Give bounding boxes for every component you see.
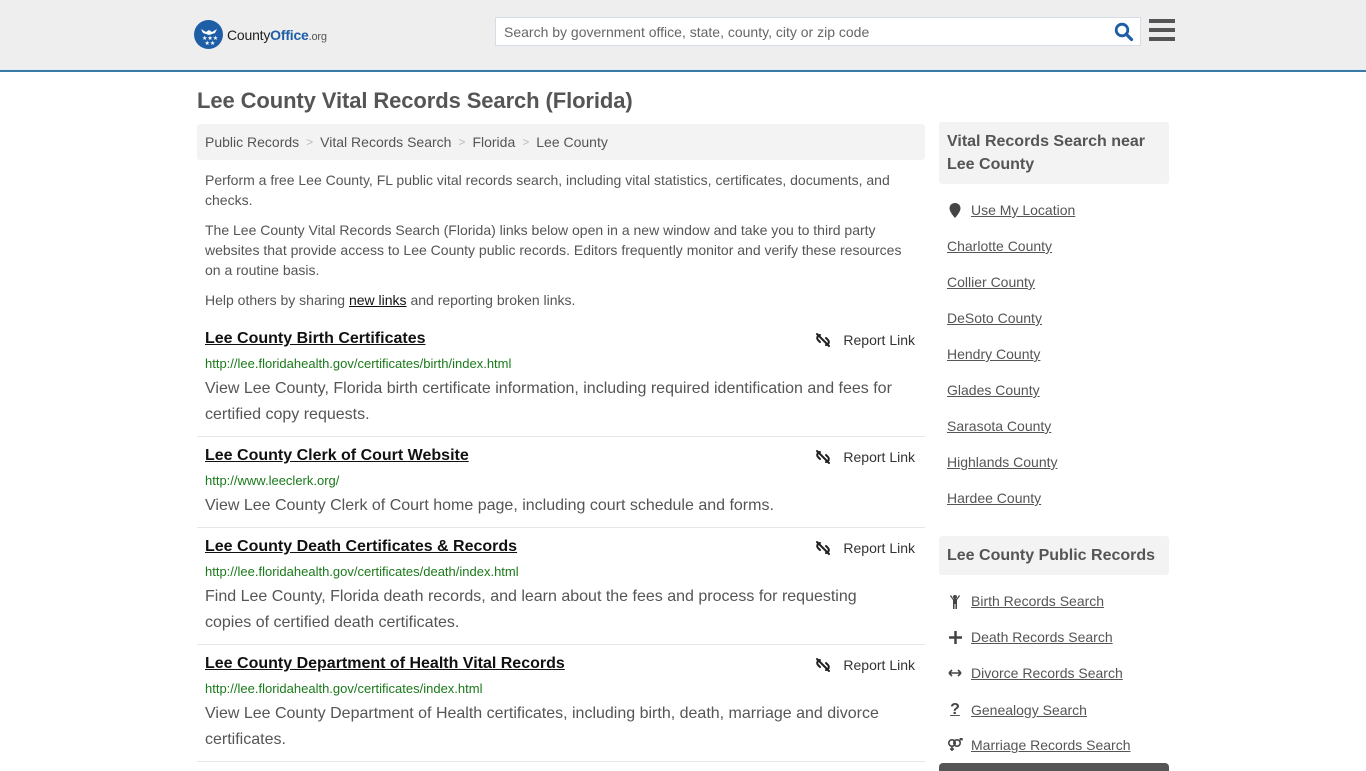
genealogy-search-link[interactable]: ? Genealogy Search	[947, 701, 1087, 719]
listing-url: http://lee.floridahealth.gov/certificate…	[205, 356, 512, 371]
nearby-county-link[interactable]: Collier County	[947, 274, 1035, 290]
nearby-county-link[interactable]: Hendry County	[947, 346, 1040, 362]
intro-paragraph-share: Help others by sharing new links and rep…	[205, 292, 576, 308]
listing-description: View Lee County Clerk of Court home page…	[205, 497, 774, 514]
divorce-records-search-link[interactable]: Divorce Records Search	[947, 665, 1123, 681]
nearby-county-link[interactable]: Highlands County	[947, 454, 1058, 470]
listing-url: http://lee.floridahealth.gov/certificate…	[205, 564, 519, 579]
death-records-search-link[interactable]: Death Records Search	[947, 629, 1113, 645]
listing-title-link[interactable]: Lee County Death Certificates & Records	[205, 538, 517, 556]
search-icon	[1114, 22, 1134, 42]
listing-title-link[interactable]: Lee County Birth Certificates	[205, 330, 425, 348]
nearby-county-link[interactable]: DeSoto County	[947, 310, 1042, 326]
report-link-button[interactable]: Report Link	[815, 657, 915, 673]
use-my-location-link[interactable]: Use My Location	[947, 202, 1075, 218]
venus-mars-icon	[947, 738, 963, 752]
search-button[interactable]	[1114, 22, 1134, 42]
cross-icon	[947, 630, 963, 644]
breadcrumb-separator: >	[458, 135, 466, 149]
listing-url: http://lee.floridahealth.gov/certificate…	[205, 681, 483, 696]
hamburger-menu-button[interactable]	[1149, 19, 1175, 43]
breadcrumb-lee-county[interactable]: Lee County	[536, 134, 608, 150]
broken-link-icon	[816, 658, 831, 672]
listing-url: http://www.leeclerk.org/	[205, 473, 340, 488]
sidebar-next-section-header	[939, 763, 1169, 771]
listing-description: Find Lee County, Florida death records, …	[205, 588, 857, 631]
nearby-heading: Vital Records Search near Lee County	[939, 122, 1169, 184]
listing-description: View Lee County Department of Health cer…	[205, 705, 879, 748]
breadcrumb-separator: >	[522, 135, 530, 149]
menu-bar	[1149, 28, 1175, 32]
search-box	[495, 17, 1141, 46]
listing-title-link[interactable]: Lee County Department of Health Vital Re…	[205, 655, 565, 673]
breadcrumb-public-records[interactable]: Public Records	[205, 134, 299, 150]
birth-records-search-link[interactable]: Birth Records Search	[947, 593, 1104, 609]
resource-listing: Lee County Department of Health Vital Re…	[197, 655, 925, 762]
child-icon	[947, 594, 963, 609]
intro-text: Perform a free Lee County, FL public vit…	[205, 170, 917, 320]
question-icon: ?	[950, 701, 960, 718]
broken-link-icon	[816, 333, 831, 347]
search-input[interactable]	[496, 18, 1106, 45]
broken-link-icon	[816, 450, 831, 464]
resource-listing: Lee County Birth Certificates Report Lin…	[197, 330, 925, 437]
site-logo[interactable]: ★★★ ★★ CountyOffice.org	[194, 20, 327, 49]
new-links-link[interactable]: new links	[349, 292, 407, 308]
map-pin-icon	[947, 202, 963, 218]
eagle-stars-logo-icon: ★★★ ★★	[194, 20, 223, 49]
menu-bar	[1149, 37, 1175, 41]
report-link-button[interactable]: Report Link	[815, 540, 915, 556]
menu-bar	[1149, 19, 1175, 23]
resource-listing: Lee County Death Certificates & Records …	[197, 538, 925, 645]
arrows-horizontal-icon	[947, 668, 963, 678]
nearby-county-link[interactable]: Charlotte County	[947, 238, 1052, 254]
breadcrumb: Public Records > Vital Records Search > …	[197, 124, 925, 160]
page-title: Lee County Vital Records Search (Florida…	[197, 88, 633, 113]
breadcrumb-florida[interactable]: Florida	[472, 134, 515, 150]
broken-link-icon	[816, 541, 831, 555]
public-records-heading: Lee County Public Records	[939, 536, 1169, 575]
svg-text:★★: ★★	[204, 40, 215, 46]
marriage-records-search-link[interactable]: Marriage Records Search	[947, 737, 1131, 753]
breadcrumb-vital-records-search[interactable]: Vital Records Search	[320, 134, 451, 150]
intro-paragraph: The Lee County Vital Records Search (Flo…	[205, 222, 902, 278]
nearby-county-link[interactable]: Sarasota County	[947, 418, 1051, 434]
site-header: ★★★ ★★ CountyOffice.org	[0, 0, 1366, 72]
listing-title-link[interactable]: Lee County Clerk of Court Website	[205, 447, 469, 465]
report-link-button[interactable]: Report Link	[815, 332, 915, 348]
resource-listing: Lee County Clerk of Court Website Report…	[197, 447, 925, 528]
report-link-button[interactable]: Report Link	[815, 449, 915, 465]
breadcrumb-separator: >	[306, 135, 314, 149]
nearby-county-link[interactable]: Hardee County	[947, 490, 1041, 506]
logo-text: CountyOffice.org	[227, 26, 327, 43]
listing-description: View Lee County, Florida birth certifica…	[205, 380, 892, 423]
intro-paragraph: Perform a free Lee County, FL public vit…	[205, 172, 890, 208]
nearby-county-link[interactable]: Glades County	[947, 382, 1040, 398]
